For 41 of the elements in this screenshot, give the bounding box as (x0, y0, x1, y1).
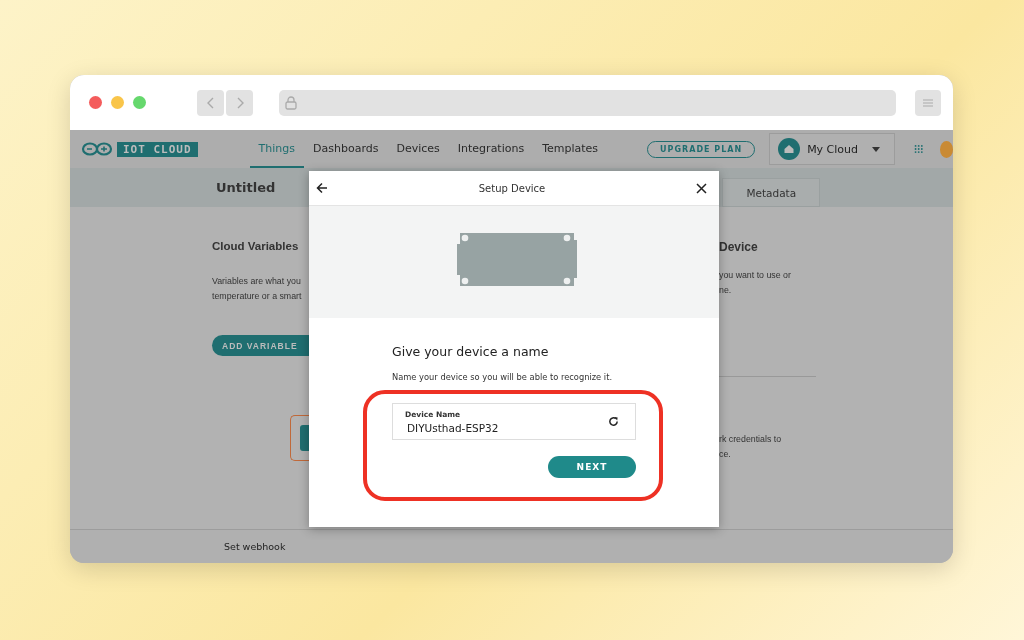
dialog-title: Setup Device (478, 182, 546, 194)
section-text: Variables are what you (212, 275, 301, 288)
back-arrow-icon[interactable] (316, 182, 328, 194)
chevron-left-icon (206, 96, 214, 109)
close-window-dot[interactable] (89, 96, 102, 109)
nav-tab[interactable]: Templates (533, 130, 608, 168)
thing-title: Untitled (216, 180, 276, 195)
nav-tab[interactable]: Dashboards (304, 130, 388, 168)
back-button[interactable] (197, 89, 224, 116)
avatar[interactable] (939, 140, 953, 158)
nav-tab[interactable]: Integrations (448, 130, 534, 168)
refresh-icon[interactable] (608, 416, 619, 427)
section-text: rk credentials to (719, 433, 782, 446)
lock-icon (285, 95, 297, 110)
caret-icon (872, 146, 881, 152)
sidebar-button[interactable] (915, 89, 941, 116)
space-selector[interactable]: My Cloud (769, 133, 896, 165)
dialog-heading: Give your device a name (392, 344, 549, 359)
close-icon[interactable] (696, 182, 707, 194)
minimize-window-dot[interactable] (111, 96, 124, 109)
metadata-tab[interactable]: Metadata (722, 178, 821, 207)
section-text: ne. (719, 284, 732, 297)
section-text: temperature or a smart (212, 290, 302, 303)
sidebar-icon (922, 97, 934, 108)
section-text: you want to use or (719, 269, 791, 282)
nav-tab[interactable]: Devices (387, 130, 449, 168)
dialog-description: Name your device so you will be able to recognize it. (392, 372, 613, 382)
apps-grid-icon[interactable] (914, 143, 924, 155)
home-icon (778, 138, 801, 160)
forward-button[interactable] (226, 89, 253, 116)
section-title: Device (719, 240, 758, 254)
next-button[interactable]: NEXT (548, 456, 636, 478)
section-title: Cloud Variables (212, 240, 299, 252)
device-name-input[interactable]: DIYUsthad-ESP32 (405, 421, 587, 434)
address-bar[interactable] (279, 89, 896, 116)
infinity-logo-icon (81, 142, 113, 156)
set-webhook-link[interactable]: Set webhook (224, 541, 286, 552)
chevron-right-icon (236, 96, 244, 109)
section-text: ce. (719, 448, 731, 461)
logo-text: IOT CLOUD (117, 141, 198, 157)
maximize-window-dot[interactable] (133, 96, 146, 109)
